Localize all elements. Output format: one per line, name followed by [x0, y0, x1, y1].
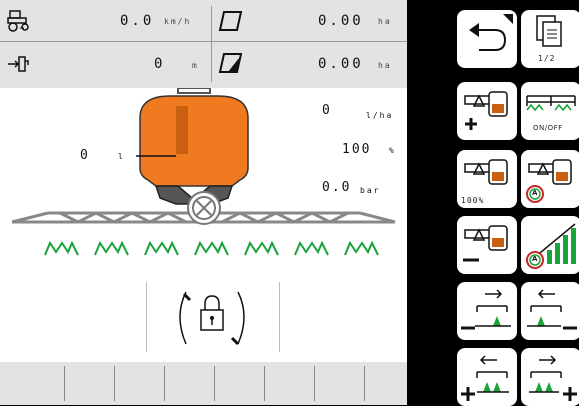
tank-sump-left: [154, 185, 193, 205]
status-bar: 0.0 km/h 0.00 ha 0 m 0.00 ha: [0, 0, 407, 88]
percent-label: 100%: [461, 196, 485, 205]
nozzle-section-1: [44, 240, 79, 256]
auto-section-control-button[interactable]: A: [521, 216, 579, 274]
rate-unit: l/ha: [366, 111, 394, 120]
area-total-value: 0.00: [318, 13, 364, 29]
tank-icon: [139, 95, 249, 187]
steering-lock-icon[interactable]: [172, 288, 252, 350]
section-off-left-button[interactable]: [521, 282, 579, 340]
sprayer-minus-icon: [463, 225, 508, 262]
tank-volume-value: 0: [80, 148, 90, 163]
section-right-minus-icon: [461, 289, 511, 330]
auto-label: A: [532, 189, 538, 197]
distance-icon: [8, 56, 29, 72]
rate-percent-value: 100: [342, 142, 372, 157]
bottom-softkey-bar: [0, 362, 407, 405]
area-total-icon: [218, 11, 243, 31]
section-left-minus-icon: [527, 289, 577, 330]
bottom-divider: [264, 366, 265, 401]
auto-label: A: [532, 255, 538, 263]
nozzle-section-3: [144, 240, 179, 256]
rate-reset-100-button[interactable]: 100%: [457, 150, 517, 208]
tank-lid: [177, 88, 211, 94]
main-work-screen: 0.0 km/h 0.00 ha 0 m 0.00 ha 0 l 0 l/ha …: [0, 0, 407, 405]
auto-rate-button[interactable]: A: [521, 150, 579, 208]
bottom-divider: [364, 366, 365, 401]
section-on-off-button[interactable]: ON/OFF: [521, 82, 579, 140]
section-off-right-button[interactable]: [457, 282, 517, 340]
tank-level-bar: [176, 106, 188, 154]
bottom-divider: [114, 366, 115, 401]
nozzle-sections: [44, 240, 379, 256]
bottom-divider: [314, 366, 315, 401]
sprayer-diagram: [11, 88, 396, 256]
section-on-right-button[interactable]: [521, 348, 579, 406]
nozzle-section-6: [294, 240, 329, 256]
back-button[interactable]: [457, 10, 517, 68]
auto-sprayer-icon: [526, 159, 572, 203]
area-part-unit: ha: [378, 61, 392, 70]
speed-unit: km/h: [164, 17, 192, 26]
on-off-label: ON/OFF: [533, 124, 563, 132]
back-arrow-icon: [469, 14, 513, 51]
nozzle-section-4: [194, 240, 229, 256]
lock-panel-left-border: [146, 282, 147, 352]
bottom-divider: [64, 366, 65, 401]
pressure-value: 0.0: [322, 180, 352, 195]
rate-increase-button[interactable]: [457, 82, 517, 140]
distance-value: 0: [154, 56, 166, 72]
bottom-divider: [164, 366, 165, 401]
section-on-left-button[interactable]: [457, 348, 517, 406]
rate-percent-unit: %: [389, 146, 396, 155]
section-right-plus-icon: [529, 355, 577, 401]
page-indicator: 1/2: [538, 54, 556, 63]
pressure-unit: bar: [360, 186, 381, 195]
bottom-divider: [214, 366, 215, 401]
rate-decrease-button[interactable]: [457, 216, 517, 274]
area-part-icon: [218, 53, 243, 73]
area-total-unit: ha: [378, 17, 392, 26]
section-left-plus-icon: [461, 355, 509, 401]
page-switch-button[interactable]: 1/2: [521, 10, 579, 68]
speed-value: 0.0: [120, 13, 155, 29]
rate-value: 0: [322, 103, 332, 118]
distance-row: 0 m 0.00 ha: [0, 44, 407, 86]
tractor-icon: [7, 10, 29, 32]
softkey-panel: 1/2 ON/OFF 100% A A: [457, 0, 579, 406]
distance-unit: m: [192, 61, 199, 70]
status-divider: [211, 6, 212, 82]
auto-bars-icon: [526, 223, 576, 269]
speed-row: 0.0 km/h 0.00 ha: [0, 0, 407, 42]
area-part-value: 0.00: [318, 56, 364, 72]
sprayer-plus-icon: [464, 91, 508, 130]
nozzle-section-2: [94, 240, 129, 256]
lock-panel-right-border: [279, 282, 280, 352]
nozzle-section-7: [344, 240, 379, 256]
tank-volume-unit: l: [118, 152, 125, 161]
nozzle-section-5: [244, 240, 279, 256]
